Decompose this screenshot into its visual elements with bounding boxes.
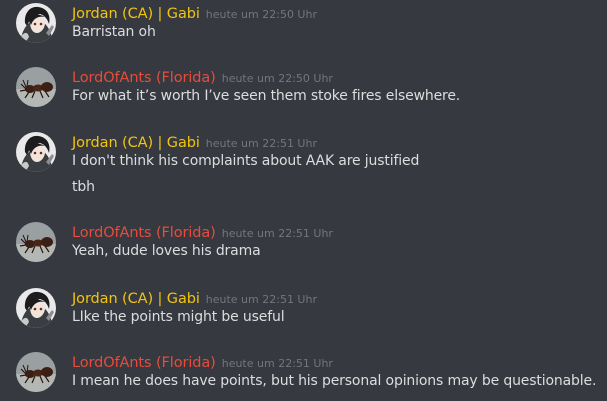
user-avatar-jordan[interactable] — [16, 3, 56, 43]
message-text: Barristan oh — [72, 24, 156, 40]
user-avatar-lordofants[interactable] — [16, 222, 56, 262]
chat-message-list: Jordan (CA) | Gabi heute um 22:50 Uhr Bar… — [0, 0, 607, 401]
username[interactable]: Jordan (CA) | Gabi — [72, 291, 200, 307]
anime-character-icon — [16, 288, 56, 328]
timestamp: heute um 22:50 Uhr — [205, 8, 317, 21]
user-avatar-lordofants[interactable] — [16, 67, 56, 107]
message-header: LordOfAnts (Florida) heute um 22:51 Uhr — [72, 222, 333, 242]
username[interactable]: LordOfAnts (Florida) — [72, 355, 216, 371]
username[interactable]: Jordan (CA) | Gabi — [72, 135, 200, 151]
timestamp: heute um 22:51 Uhr — [205, 137, 317, 150]
username[interactable]: Jordan (CA) | Gabi — [72, 6, 200, 22]
user-avatar-jordan[interactable] — [16, 288, 56, 328]
timestamp: heute um 22:51 Uhr — [221, 357, 333, 370]
message-header: Jordan (CA) | Gabi heute um 22:50 Uhr — [72, 3, 317, 23]
user-avatar-lordofants[interactable] — [16, 352, 56, 392]
message-text: tbh — [72, 179, 95, 195]
ant-icon — [16, 222, 56, 262]
message-header: Jordan (CA) | Gabi heute um 22:51 Uhr — [72, 132, 317, 152]
timestamp: heute um 22:51 Uhr — [205, 293, 317, 306]
message-text: LIke the points might be useful — [72, 309, 285, 325]
message-header: LordOfAnts (Florida) heute um 22:50 Uhr — [72, 67, 333, 87]
user-avatar-jordan[interactable] — [16, 132, 56, 172]
username[interactable]: LordOfAnts (Florida) — [72, 225, 216, 241]
message-text: Yeah, dude loves his drama — [72, 243, 261, 259]
username[interactable]: LordOfAnts (Florida) — [72, 70, 216, 86]
message-header: Jordan (CA) | Gabi heute um 22:51 Uhr — [72, 288, 317, 308]
anime-character-icon — [16, 3, 56, 43]
message-text: I mean he does have points, but his pers… — [72, 373, 597, 389]
message-text: I don't think his complaints about AAK a… — [72, 153, 420, 169]
timestamp: heute um 22:50 Uhr — [221, 72, 333, 85]
timestamp: heute um 22:51 Uhr — [221, 227, 333, 240]
ant-icon — [16, 352, 56, 392]
message-header: LordOfAnts (Florida) heute um 22:51 Uhr — [72, 352, 333, 372]
message-text: For what it’s worth I’ve seen them stoke… — [72, 88, 461, 104]
anime-character-icon — [16, 132, 56, 172]
ant-icon — [16, 67, 56, 107]
